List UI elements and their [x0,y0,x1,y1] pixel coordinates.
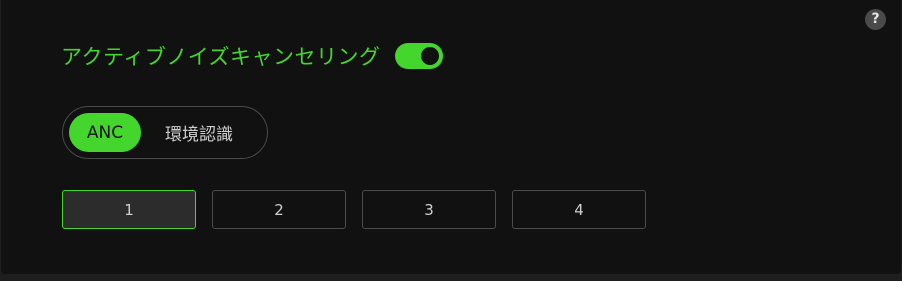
level-2-button[interactable]: 2 [212,190,346,229]
level-4-button[interactable]: 4 [512,190,646,229]
toggle-knob [420,47,439,65]
level-3-button[interactable]: 3 [362,190,496,229]
anc-settings-panel: ? アクティブノイズキャンセリング ANC 環境認識 1 2 3 4 [1,0,901,274]
anc-toggle[interactable] [394,43,443,69]
anc-row: アクティブノイズキャンセリング [61,40,443,72]
level-selector: 1 2 3 4 [62,190,646,229]
mode-selector: ANC 環境認識 [62,106,268,159]
mode-ambient-button[interactable]: 環境認識 [141,113,257,152]
mode-anc-button[interactable]: ANC [69,113,141,152]
anc-title: アクティブノイズキャンセリング [61,45,381,69]
level-1-button[interactable]: 1 [62,190,196,229]
help-icon[interactable]: ? [865,9,886,30]
